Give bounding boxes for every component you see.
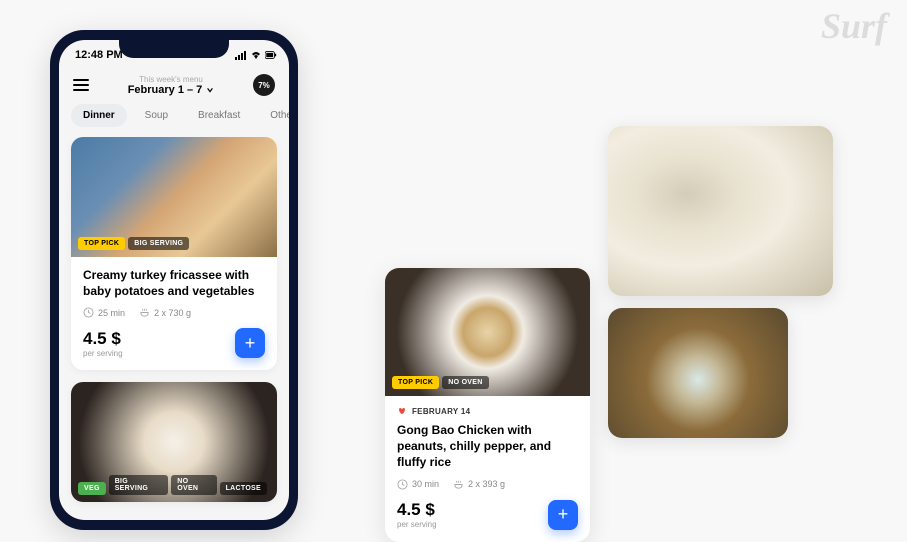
pill-no-oven: NO OVEN bbox=[171, 475, 216, 495]
status-icons bbox=[235, 50, 277, 60]
signal-icon bbox=[235, 50, 247, 60]
header-subtitle: This week's menu bbox=[128, 75, 215, 84]
pill-top-pick: TOP PICK bbox=[78, 237, 125, 250]
recipe-meta: 25 min 2 x 730 g bbox=[83, 307, 265, 318]
food-photo-risotto bbox=[608, 126, 833, 296]
recipe-image: TOP PICK BIG SERVING bbox=[71, 137, 277, 257]
recipe-meta: 30 min 2 x 393 g bbox=[397, 479, 578, 490]
pill-veg: VEG bbox=[78, 482, 106, 495]
menu-icon[interactable] bbox=[73, 79, 89, 91]
status-time: 12:48 PM bbox=[75, 49, 123, 61]
recipe-date: FEBRUARY 14 bbox=[412, 407, 470, 416]
recipe-image: TOP PICK NO OVEN bbox=[385, 268, 590, 396]
pill-big-serving: BIG SERVING bbox=[128, 237, 189, 250]
recipe-title: Gong Bao Chicken with peanuts, chilly pe… bbox=[397, 422, 578, 471]
recipe-price: 4.5 $ bbox=[397, 500, 437, 520]
food-photo-granola bbox=[608, 308, 788, 438]
pill-top-pick: TOP PICK bbox=[392, 376, 439, 389]
add-button[interactable]: + bbox=[548, 500, 578, 530]
header-title: February 1 – 7 bbox=[128, 84, 203, 96]
header-date-selector[interactable]: This week's menu February 1 – 7 bbox=[128, 75, 215, 96]
recipe-weight: 2 x 393 g bbox=[468, 479, 505, 489]
heart-icon bbox=[397, 406, 407, 416]
bowl-icon bbox=[453, 479, 464, 490]
clock-icon bbox=[83, 307, 94, 318]
chevron-down-icon bbox=[206, 86, 214, 94]
pill-no-oven: NO OVEN bbox=[442, 376, 488, 389]
recipe-price: 4.5 $ bbox=[83, 329, 123, 349]
recipe-title: Creamy turkey fricassee with baby potato… bbox=[83, 267, 265, 299]
add-button[interactable]: + bbox=[235, 328, 265, 358]
recipe-time: 25 min bbox=[98, 308, 125, 318]
pill-lactose: LACTOSE bbox=[220, 482, 267, 495]
recipe-time: 30 min bbox=[412, 479, 439, 489]
recipe-card-detail[interactable]: TOP PICK NO OVEN FEBRUARY 14 Gong Bao Ch… bbox=[385, 268, 590, 542]
recipe-image: VEG BIG SERVING NO OVEN LACTOSE bbox=[71, 382, 277, 502]
recipe-date-tag: FEBRUARY 14 bbox=[397, 406, 578, 416]
tab-dinner[interactable]: Dinner bbox=[71, 104, 127, 127]
category-tabs: Dinner Soup Breakfast Other bbox=[59, 104, 289, 137]
wifi-icon bbox=[250, 50, 262, 60]
tab-other[interactable]: Other bbox=[258, 104, 289, 127]
recipe-price-sub: per serving bbox=[83, 349, 123, 358]
recipe-weight: 2 x 730 g bbox=[154, 308, 191, 318]
tab-soup[interactable]: Soup bbox=[133, 104, 180, 127]
discount-badge[interactable]: 7% bbox=[253, 74, 275, 96]
bowl-icon bbox=[139, 307, 150, 318]
brand-logo: Surf bbox=[821, 5, 887, 47]
phone-screen: 12:48 PM This week's menu February 1 – 7… bbox=[59, 40, 289, 520]
tab-breakfast[interactable]: Breakfast bbox=[186, 104, 252, 127]
phone-frame: 12:48 PM This week's menu February 1 – 7… bbox=[50, 30, 298, 530]
recipe-card[interactable]: VEG BIG SERVING NO OVEN LACTOSE bbox=[71, 382, 277, 502]
recipe-price-sub: per serving bbox=[397, 520, 437, 529]
battery-icon bbox=[265, 50, 277, 60]
pill-big-serving: BIG SERVING bbox=[109, 475, 169, 495]
recipe-list[interactable]: TOP PICK BIG SERVING Creamy turkey frica… bbox=[59, 137, 289, 517]
clock-icon bbox=[397, 479, 408, 490]
app-header: This week's menu February 1 – 7 7% bbox=[59, 70, 289, 104]
phone-notch bbox=[119, 40, 229, 58]
recipe-card[interactable]: TOP PICK BIG SERVING Creamy turkey frica… bbox=[71, 137, 277, 370]
